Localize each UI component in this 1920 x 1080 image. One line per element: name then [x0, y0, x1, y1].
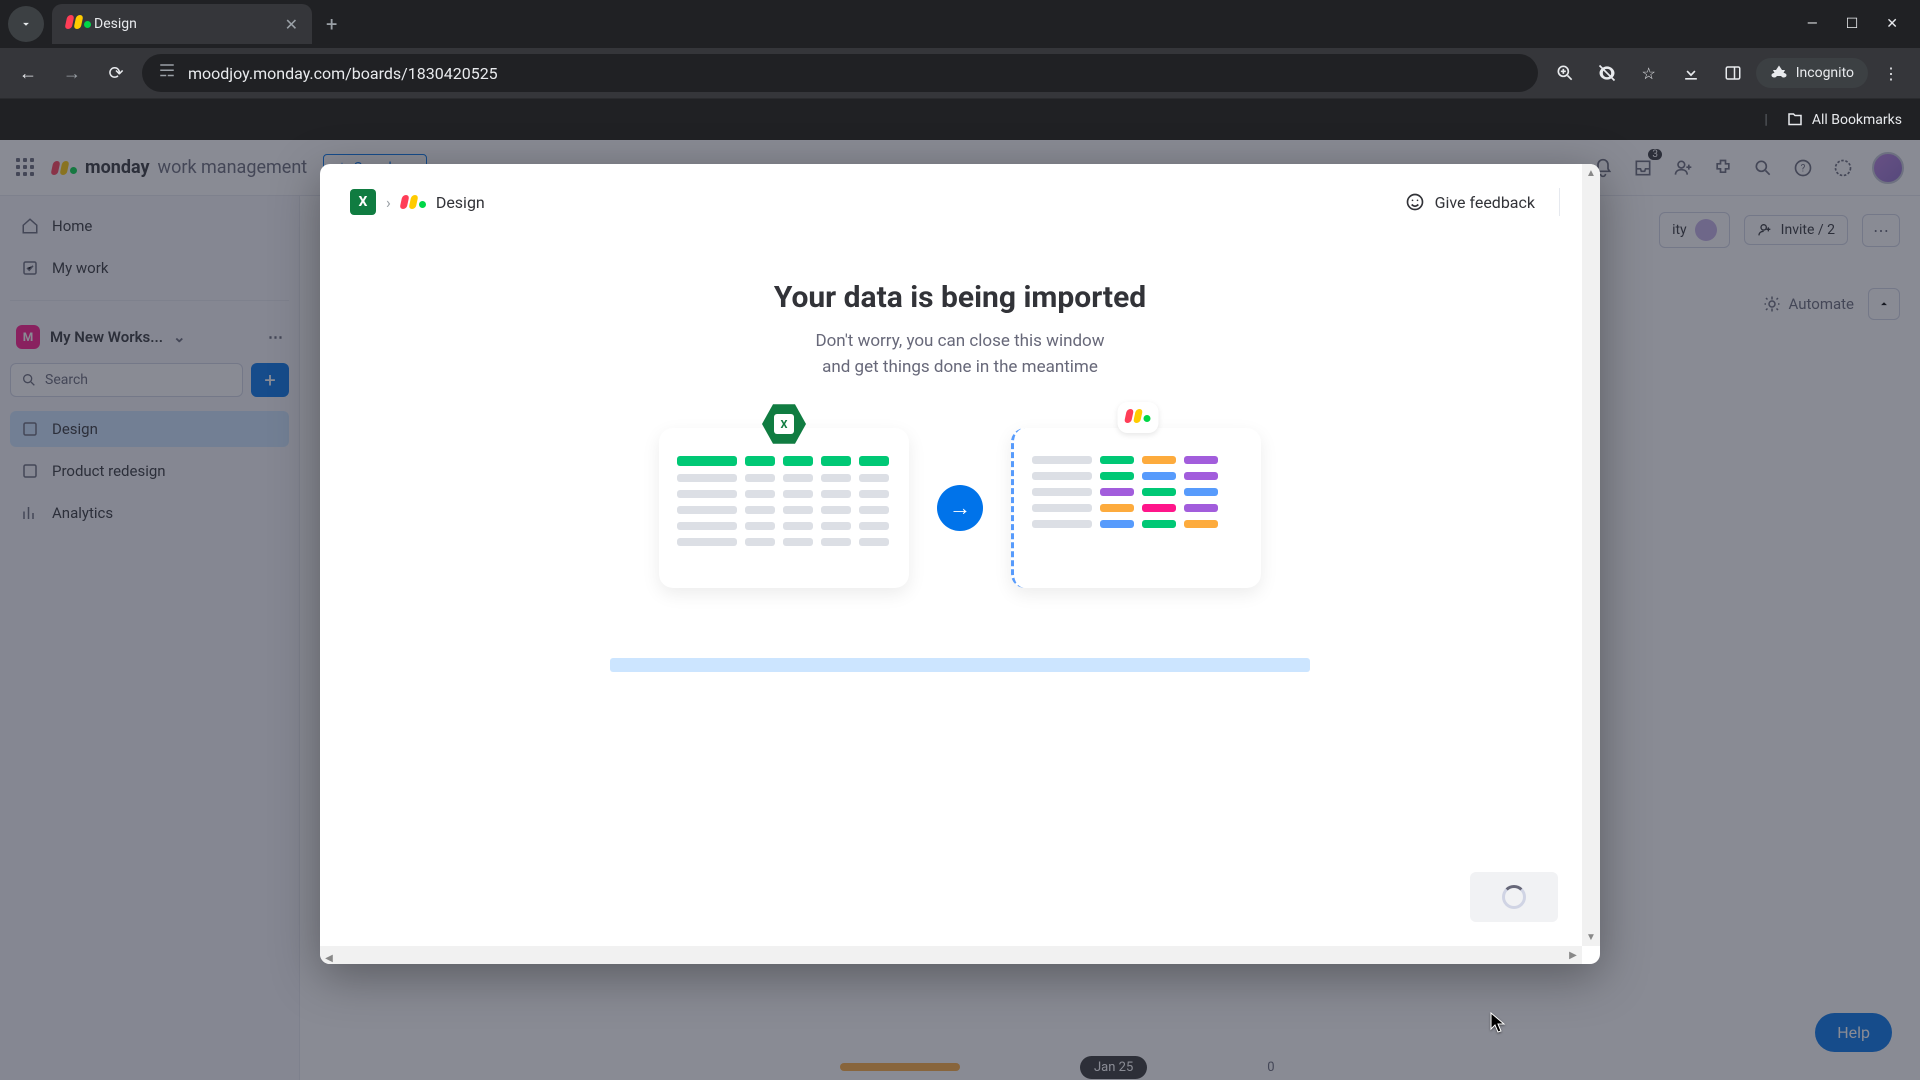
chevron-down-icon [19, 17, 33, 31]
new-tab-button[interactable]: + [326, 12, 337, 36]
url-text: moodjoy.monday.com/boards/1830420525 [188, 64, 498, 83]
close-window-button[interactable]: ✕ [1886, 16, 1898, 32]
scroll-down-icon[interactable]: ▼ [1582, 928, 1600, 946]
scroll-left-icon[interactable]: ◀ [320, 950, 338, 965]
zoom-icon[interactable] [1546, 54, 1584, 92]
monday-logo-icon [401, 195, 426, 209]
import-progress-bar [610, 658, 1310, 672]
mouse-cursor [1490, 1012, 1506, 1034]
modal-sub-line1: Don't worry, you can close this window [815, 331, 1104, 351]
folder-icon [1786, 111, 1804, 129]
browser-menu-button[interactable]: ⋮ [1872, 54, 1910, 92]
modal-scrollbar-horizontal[interactable]: ◀ ▶ [320, 946, 1582, 964]
feedback-label: Give feedback [1435, 193, 1535, 212]
tracking-protection-icon[interactable] [1588, 54, 1626, 92]
monday-badge-icon [1117, 402, 1158, 433]
modal-sub-line2: and get things done in the meantime [822, 357, 1098, 377]
minimize-button[interactable]: — [1807, 16, 1818, 32]
reload-button[interactable]: ⟳ [98, 55, 134, 91]
all-bookmarks-label: All Bookmarks [1812, 112, 1902, 128]
tab-close-button[interactable]: ✕ [285, 15, 298, 34]
browser-tab[interactable]: Design ✕ [52, 4, 312, 44]
excel-badge-icon: X [762, 402, 806, 446]
downloads-icon[interactable] [1672, 54, 1710, 92]
url-input[interactable]: moodjoy.monday.com/boards/1830420525 [142, 54, 1538, 92]
incognito-indicator[interactable]: Incognito [1756, 58, 1868, 88]
excel-card-illustration: X [659, 428, 909, 588]
modal-title: Your data is being imported [774, 280, 1146, 315]
breadcrumb-board: Design [436, 193, 485, 212]
incognito-icon [1770, 64, 1788, 82]
modal-subtitle: Don't worry, you can close this window a… [815, 329, 1104, 380]
bookmark-star-icon[interactable]: ☆ [1630, 54, 1668, 92]
breadcrumb: X › Design [350, 189, 485, 215]
excel-icon: X [350, 189, 376, 215]
spinner-icon [1502, 885, 1526, 909]
give-feedback-button[interactable]: Give feedback [1405, 188, 1560, 216]
scroll-right-icon[interactable]: ▶ [1564, 946, 1582, 964]
address-bar: ← → ⟳ moodjoy.monday.com/boards/18304205… [0, 48, 1920, 98]
window-controls: — ☐ ✕ [1807, 16, 1912, 32]
scroll-up-icon[interactable]: ▲ [1582, 164, 1600, 182]
all-bookmarks-button[interactable]: All Bookmarks [1786, 111, 1902, 129]
modal-scrollbar-vertical[interactable]: ▲ ▼ [1582, 164, 1600, 946]
loading-button [1470, 872, 1558, 922]
import-modal: X › Design Give feedback Your data is be… [320, 164, 1600, 964]
monday-favicon-icon [66, 15, 84, 33]
tab-bar: Design ✕ + — ☐ ✕ [0, 0, 1920, 48]
monday-card-illustration [1011, 428, 1261, 588]
forward-button[interactable]: → [54, 55, 90, 91]
sidepanel-icon[interactable] [1714, 54, 1752, 92]
maximize-button[interactable]: ☐ [1846, 16, 1859, 32]
incognito-label: Incognito [1796, 65, 1854, 81]
feedback-icon [1405, 192, 1425, 212]
tab-search-button[interactable] [8, 6, 44, 42]
tab-title: Design [94, 16, 137, 32]
separator: | [1764, 112, 1767, 128]
back-button[interactable]: ← [10, 55, 46, 91]
arrow-right-icon: → [937, 485, 983, 531]
bookmarks-bar: | All Bookmarks [0, 98, 1920, 140]
site-settings-icon[interactable] [158, 62, 176, 84]
import-illustration: X → [659, 428, 1261, 588]
chevron-right-icon: › [386, 193, 391, 212]
